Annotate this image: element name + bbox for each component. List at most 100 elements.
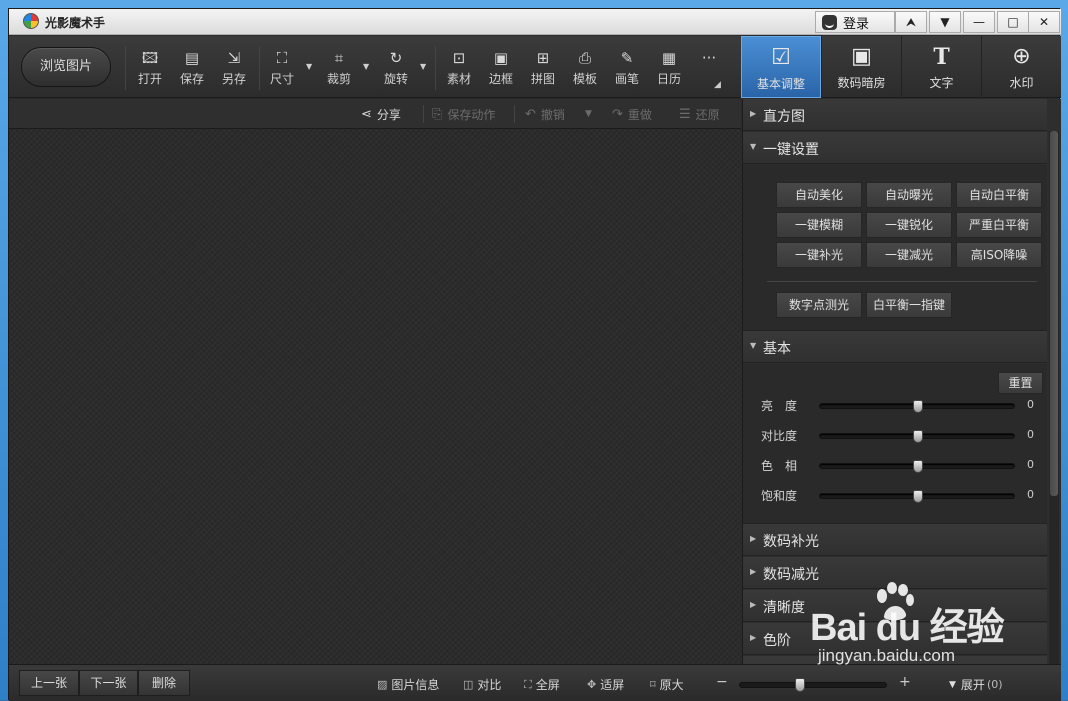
skin-button[interactable]: ⮝ xyxy=(895,11,927,33)
auto-white-balance-button[interactable]: 自动白平衡 xyxy=(956,182,1042,208)
tool-open[interactable]: 🖾 打开 xyxy=(130,48,170,90)
tab-watermark[interactable]: ⊕ 水印 xyxy=(981,36,1061,98)
close-button[interactable]: ✕ xyxy=(1028,11,1060,33)
hue-slider-handle[interactable] xyxy=(913,460,923,473)
tab-basic-adjust[interactable]: ☑ 基本调整 xyxy=(741,36,821,98)
fullscreen-button[interactable]: ⛶ 全屏 xyxy=(524,676,560,693)
white-balance-one-key-button[interactable]: 白平衡一指键 xyxy=(866,292,952,318)
rotate-dropdown-icon[interactable]: ▼ xyxy=(420,62,426,71)
image-info-button[interactable]: ▨ 图片信息 xyxy=(377,676,439,693)
zoom-slider[interactable] xyxy=(739,678,887,692)
section-title: 基本 xyxy=(763,341,791,357)
tool-resize[interactable]: ⛶ 尺寸 xyxy=(262,48,302,90)
next-image-button[interactable]: 下一张 xyxy=(79,670,138,696)
tool-more[interactable]: ··· xyxy=(689,48,729,90)
save-icon: ▤ xyxy=(184,49,200,67)
zoom-in-icon[interactable]: + xyxy=(899,674,911,690)
undo-label: 撤销 xyxy=(540,107,565,122)
tab-label: 文字 xyxy=(929,76,954,90)
save-action-label: 保存动作 xyxy=(447,107,496,122)
browse-images-button[interactable]: 浏览图片 xyxy=(21,47,111,87)
undo-dropdown[interactable]: ▼ xyxy=(585,106,597,122)
prev-image-button[interactable]: 上一张 xyxy=(19,670,79,696)
one-click-fill-light-button[interactable]: 一键补光 xyxy=(776,242,862,268)
login-button[interactable]: 登录 xyxy=(815,11,895,33)
zoom-slider-handle[interactable] xyxy=(795,678,805,692)
undo-button[interactable]: ↶ 撤销 xyxy=(525,106,565,122)
reset-button[interactable]: 重置 xyxy=(998,372,1043,394)
one-click-blur-button[interactable]: 一键模糊 xyxy=(776,212,862,238)
section-basic[interactable]: ▼ 基本 xyxy=(743,331,1047,363)
more-icon: ··· xyxy=(701,49,717,67)
section-divider xyxy=(767,281,1037,282)
one-click-reduce-light-button[interactable]: 一键减光 xyxy=(866,242,952,268)
action-bar: ⋖ 分享 ⎘ 保存动作 ↶ 撤销 ▼ ↷ 重做 ☰ 还原 xyxy=(9,99,741,129)
contrast-slider-handle[interactable] xyxy=(913,430,923,443)
maximize-button[interactable]: □ xyxy=(997,11,1029,33)
tool-label: 日历 xyxy=(656,72,681,86)
tool-rotate[interactable]: ↻ 旋转 xyxy=(376,48,416,90)
fit-screen-button[interactable]: ✥ 适屏 xyxy=(587,676,624,693)
zoom-out-icon[interactable]: − xyxy=(716,674,728,690)
basic-body: 重置 亮 度 0 对比度 0 色 相 0 饱和度 0 xyxy=(743,364,1047,524)
tool-save-as[interactable]: ⇲ 另存 xyxy=(214,48,254,90)
saturation-slider[interactable] xyxy=(819,490,1015,503)
section-title: 数码减光 xyxy=(763,567,819,583)
crop-dropdown-icon[interactable]: ▼ xyxy=(363,62,369,71)
image-canvas[interactable] xyxy=(9,130,741,664)
delete-button[interactable]: 删除 xyxy=(138,670,190,696)
panel-scrollbar[interactable] xyxy=(1049,131,1059,664)
severe-white-balance-button[interactable]: 严重白平衡 xyxy=(956,212,1042,238)
main-toolbar: 浏览图片 🖾 打开 ▤ 保存 ⇲ 另存 ⛶ 尺寸 ▼ ⌗ 裁剪 ▼ ↻ 旋转 ▼ xyxy=(9,36,1061,98)
brightness-label: 亮 度 xyxy=(761,399,798,413)
tool-save[interactable]: ▤ 保存 xyxy=(172,48,212,90)
tool-label: 拼图 xyxy=(530,72,555,86)
compare-button[interactable]: ◫ 对比 xyxy=(463,676,501,693)
crop-icon: ⌗ xyxy=(334,49,344,67)
auto-exposure-button[interactable]: 自动曝光 xyxy=(866,182,952,208)
section-digital-fill-light[interactable]: ▶ 数码补光 xyxy=(743,524,1047,556)
saturation-slider-handle[interactable] xyxy=(913,490,923,503)
contrast-slider[interactable] xyxy=(819,430,1015,443)
hue-slider[interactable] xyxy=(819,460,1015,473)
spot-metering-button[interactable]: 数字点测光 xyxy=(776,292,862,318)
brightness-slider[interactable] xyxy=(819,400,1015,413)
tab-digital-darkroom[interactable]: ▣ 数码暗房 xyxy=(821,36,901,98)
minimize-button[interactable]: — xyxy=(963,11,995,33)
resize-dropdown-icon[interactable]: ▼ xyxy=(306,62,312,71)
high-iso-denoise-button[interactable]: 高ISO降噪 xyxy=(956,242,1042,268)
auto-beautify-button[interactable]: 自动美化 xyxy=(776,182,862,208)
menu-button[interactable]: ▼ xyxy=(929,11,961,33)
template-icon: ⎙ xyxy=(578,49,591,67)
tool-collage[interactable]: ⊞ 拼图 xyxy=(523,48,563,90)
tool-crop[interactable]: ⌗ 裁剪 xyxy=(319,48,359,90)
tab-text[interactable]: T 文字 xyxy=(901,36,981,98)
chevron-down-icon: ▼ xyxy=(750,341,757,350)
restore-button[interactable]: ☰ 还原 xyxy=(679,106,720,122)
tool-template[interactable]: ⎙ 模板 xyxy=(565,48,605,90)
tool-brush[interactable]: ✎ 画笔 xyxy=(607,48,647,90)
image-open-icon: 🖾 xyxy=(141,49,159,67)
contrast-value: 0 xyxy=(1027,428,1034,441)
tool-calendar[interactable]: ▦ 日历 xyxy=(649,48,689,90)
adjust-panel: ▶ 直方图 ▼ 一键设置 自动美化 自动曝光 自动白平衡 一键模糊 一键锐化 严… xyxy=(742,99,1061,664)
share-button[interactable]: ⋖ 分享 xyxy=(361,106,401,122)
original-size-button[interactable]: ⌑ 原大 xyxy=(650,676,684,693)
more-corner-icon[interactable]: ◢ xyxy=(714,80,721,90)
tool-frame[interactable]: ▣ 边框 xyxy=(481,48,521,90)
fullscreen-icon: ⛶ xyxy=(524,677,532,691)
one-click-sharpen-button[interactable]: 一键锐化 xyxy=(866,212,952,238)
section-histogram[interactable]: ▶ 直方图 xyxy=(743,99,1047,131)
redo-button[interactable]: ↷ 重做 xyxy=(612,106,652,122)
chevron-right-icon: ▶ xyxy=(750,534,757,543)
brightness-value: 0 xyxy=(1027,398,1034,411)
expand-button[interactable]: ▼ 展开 (0) xyxy=(949,676,1003,693)
panel-scrollbar-thumb[interactable] xyxy=(1050,131,1058,496)
section-one-click[interactable]: ▼ 一键设置 xyxy=(743,132,1047,164)
tool-material[interactable]: ⊡ 素材 xyxy=(439,48,479,90)
panel-tabs: ☑ 基本调整 ▣ 数码暗房 T 文字 ⊕ 水印 xyxy=(741,36,1061,98)
save-action-button[interactable]: ⎘ 保存动作 xyxy=(432,106,495,122)
brightness-slider-handle[interactable] xyxy=(913,400,923,413)
title-bar: 光影魔术手 登录 ⮝ ▼ — □ ✕ xyxy=(9,9,1061,35)
material-icon: ⊡ xyxy=(452,49,466,67)
